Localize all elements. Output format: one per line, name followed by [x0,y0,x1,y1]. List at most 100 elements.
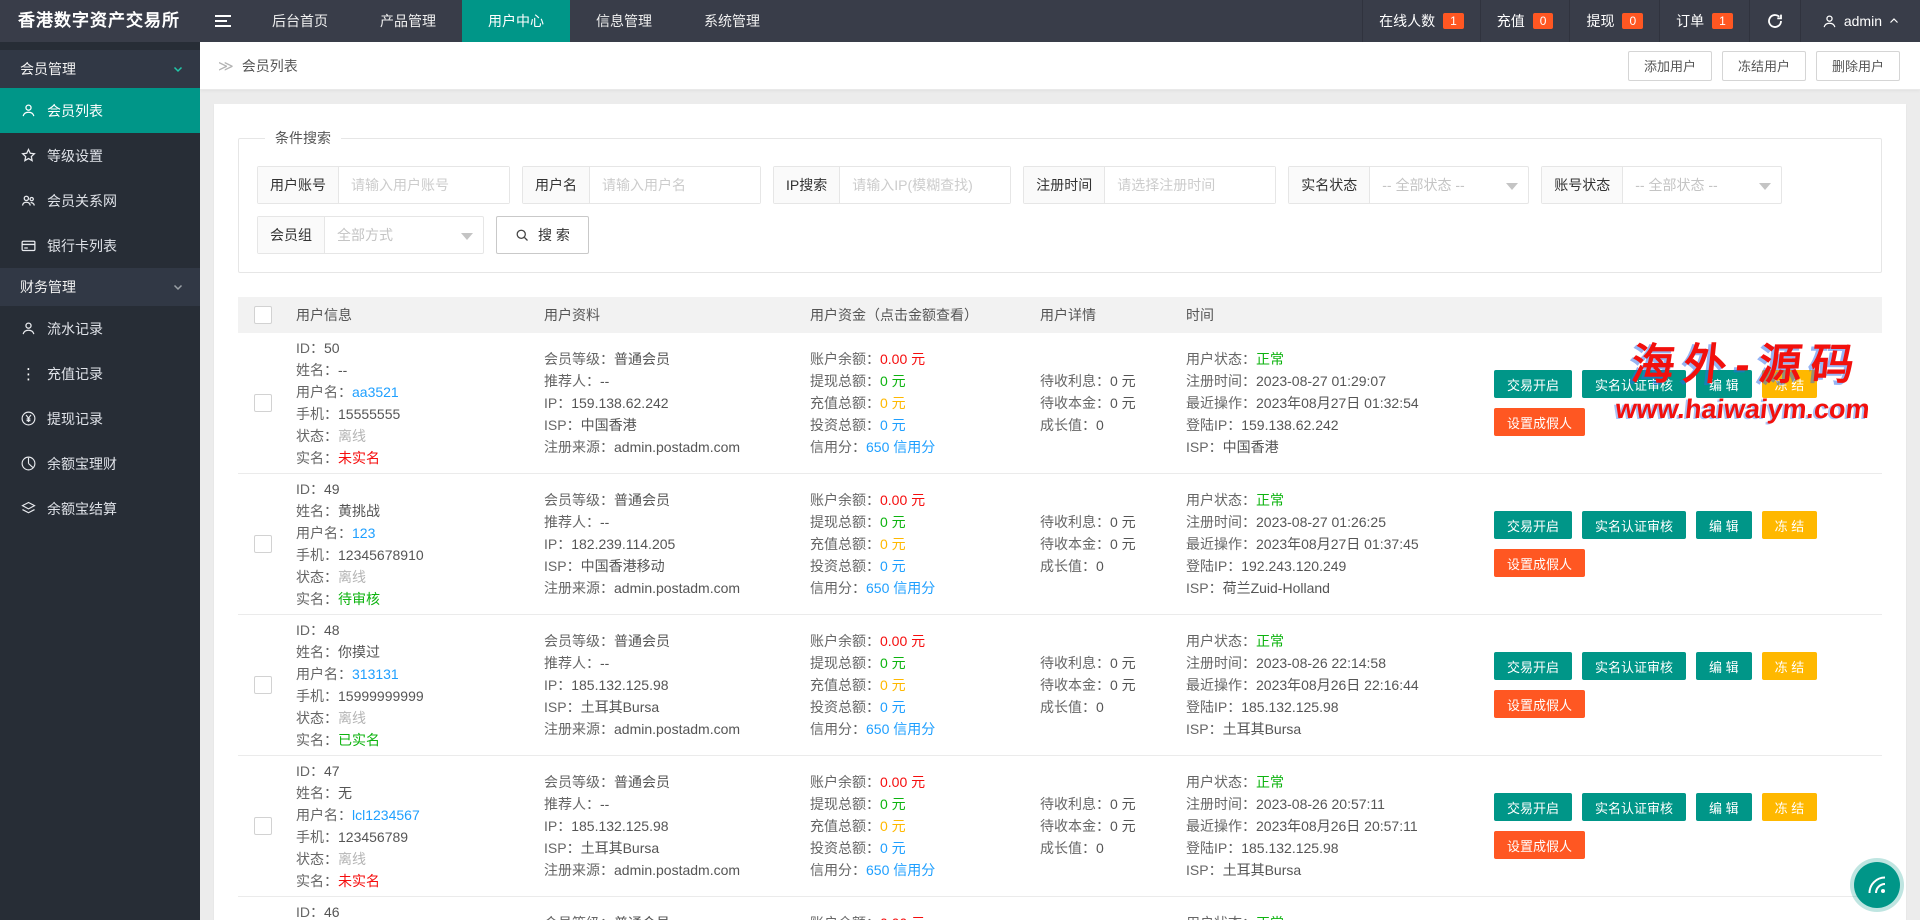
time-cell: 用户状态：正常 注册时间：2023-08-26 22:14:58 最近操作：20… [1178,615,1486,755]
freeze-user-button[interactable]: 冻结用户 [1722,51,1806,81]
sidebar-item-recharge-records[interactable]: ⋮ 充值记录 [0,351,200,396]
nav-item-products[interactable]: 产品管理 [354,0,462,42]
member-group-select[interactable]: 会员组 全部方式 [257,216,484,254]
search-button[interactable]: 搜 索 [496,216,589,254]
freeze-button[interactable]: 冻 结 [1762,652,1818,680]
edit-button[interactable]: 编 辑 [1696,511,1752,539]
nav-item-info[interactable]: 信息管理 [570,0,678,42]
nav-item-user-center[interactable]: 用户中心 [462,0,570,42]
ip-search-input[interactable] [840,167,1010,203]
set-fake-button[interactable]: 设置成假人 [1494,831,1585,859]
table-row: ID：48 姓名：你摸过 用户名：313131 手机：15999999999 状… [238,615,1882,756]
invest-total[interactable]: 0 元 [880,699,906,715]
username-link[interactable]: 123 [352,525,375,541]
delete-user-button[interactable]: 删除用户 [1816,51,1900,81]
admin-menu[interactable]: admin [1800,0,1920,42]
main-menu: 后台首页 产品管理 用户中心 信息管理 系统管理 [200,0,786,42]
sidebar-item-member-network[interactable]: 会员关系网 [0,178,200,223]
wallet-icon [20,455,37,472]
username-link[interactable]: 313131 [352,666,399,682]
withdraw-total[interactable]: 0 元 [880,514,906,530]
set-fake-button[interactable]: 设置成假人 [1494,549,1585,577]
realname-audit-button[interactable]: 实名认证审核 [1582,511,1686,539]
user-id: 46 [324,904,340,920]
trade-open-button[interactable]: 交易开启 [1494,652,1572,680]
set-fake-button[interactable]: 设置成假人 [1494,408,1585,436]
freeze-button[interactable]: 冻 结 [1762,793,1818,821]
top-navbar: 香港数字资产交易所 后台首页 产品管理 用户中心 信息管理 系统管理 在线人数 … [0,0,1920,42]
chevron-up-icon [1888,15,1900,27]
user-account-input[interactable] [339,167,509,203]
sidebar-item-flow-records[interactable]: 流水记录 [0,306,200,351]
sidebar-group-finance-mgmt[interactable]: 财务管理 [0,268,200,306]
invest-total[interactable]: 0 元 [880,840,906,856]
withdraw-stat[interactable]: 提现 0 [1569,0,1659,42]
sidebar-item-withdraw-records[interactable]: 提现记录 [0,396,200,441]
navbar-stats: 在线人数 1 充值 0 提现 0 订单 1 admin [1362,0,1920,42]
sidebar-item-yuebao-invest[interactable]: 余额宝理财 [0,441,200,486]
credit-score-link[interactable]: 650 信用分 [866,862,935,878]
sidebar-item-bank-card-list[interactable]: 银行卡列表 [0,223,200,268]
credit-score-link[interactable]: 650 信用分 [866,721,935,737]
sidebar-group-member-mgmt[interactable]: 会员管理 [0,50,200,88]
trade-open-button[interactable]: 交易开启 [1494,793,1572,821]
freeze-button[interactable]: 冻 结 [1762,370,1818,398]
actions-cell: 交易开启 实名认证审核 编 辑 冻 结 设置成假人 [1486,615,1882,755]
member-level: 普通会员 [614,774,670,790]
withdraw-total[interactable]: 0 元 [880,373,906,389]
invest-total[interactable]: 0 元 [880,558,906,574]
add-user-button[interactable]: 添加用户 [1628,51,1712,81]
username-link[interactable]: aa3521 [352,384,399,400]
row-checkbox[interactable] [254,676,272,694]
recharge-total[interactable]: 0 元 [880,395,906,411]
account-balance[interactable]: 0.00 元 [880,915,925,920]
account-balance[interactable]: 0.00 元 [880,492,925,508]
back-top-button[interactable] [1854,862,1900,908]
chevron-down-icon [172,281,184,293]
recharge-total[interactable]: 0 元 [880,818,906,834]
hamburger-icon[interactable] [200,0,246,42]
sidebar-item-yuebao-settle[interactable]: 余额宝结算 [0,486,200,531]
online-count-stat[interactable]: 在线人数 1 [1362,0,1480,42]
set-fake-button[interactable]: 设置成假人 [1494,690,1585,718]
edit-button[interactable]: 编 辑 [1696,652,1752,680]
account-status-select[interactable]: 账号状态 -- 全部状态 -- [1541,166,1782,204]
nav-item-home[interactable]: 后台首页 [246,0,354,42]
edit-button[interactable]: 编 辑 [1696,793,1752,821]
account-balance[interactable]: 0.00 元 [880,351,925,367]
withdraw-total[interactable]: 0 元 [880,796,906,812]
realname-audit-button[interactable]: 实名认证审核 [1582,793,1686,821]
recharge-stat[interactable]: 充值 0 [1480,0,1570,42]
row-checkbox[interactable] [254,817,272,835]
username-input[interactable] [590,167,760,203]
account-balance[interactable]: 0.00 元 [880,633,925,649]
user-fund-cell: 账户余额：0.00 元 提现总额：0 元 充值总额：0 元 投资总额：0 元 信… [802,756,1032,896]
order-stat[interactable]: 订单 1 [1659,0,1749,42]
recharge-total[interactable]: 0 元 [880,677,906,693]
row-checkbox[interactable] [254,535,272,553]
edit-button[interactable]: 编 辑 [1696,370,1752,398]
register-time-input[interactable] [1105,167,1275,203]
trade-open-button[interactable]: 交易开启 [1494,511,1572,539]
sidebar-item-level-settings[interactable]: 等级设置 [0,133,200,178]
trade-open-button[interactable]: 交易开启 [1494,370,1572,398]
freeze-button[interactable]: 冻 结 [1762,511,1818,539]
pending-principal: 0 元 [1110,536,1136,552]
invest-total[interactable]: 0 元 [880,417,906,433]
credit-score-link[interactable]: 650 信用分 [866,439,935,455]
withdraw-total[interactable]: 0 元 [880,655,906,671]
realname-audit-button[interactable]: 实名认证审核 [1582,370,1686,398]
nav-item-system[interactable]: 系统管理 [678,0,786,42]
username-link[interactable]: lcl1234567 [352,807,420,823]
login-ip: 185.132.125.98 [1241,699,1338,715]
row-checkbox[interactable] [254,394,272,412]
select-all-checkbox[interactable] [254,306,272,324]
sidebar-item-member-list[interactable]: 会员列表 [0,88,200,133]
table-row: ID：49 姓名：黄挑战 用户名：123 手机：12345678910 状态：离… [238,474,1882,615]
account-balance[interactable]: 0.00 元 [880,774,925,790]
credit-score-link[interactable]: 650 信用分 [866,580,935,596]
realname-status-select[interactable]: 实名状态 -- 全部状态 -- [1288,166,1529,204]
refresh-icon[interactable] [1749,0,1800,42]
realname-audit-button[interactable]: 实名认证审核 [1582,652,1686,680]
recharge-total[interactable]: 0 元 [880,536,906,552]
